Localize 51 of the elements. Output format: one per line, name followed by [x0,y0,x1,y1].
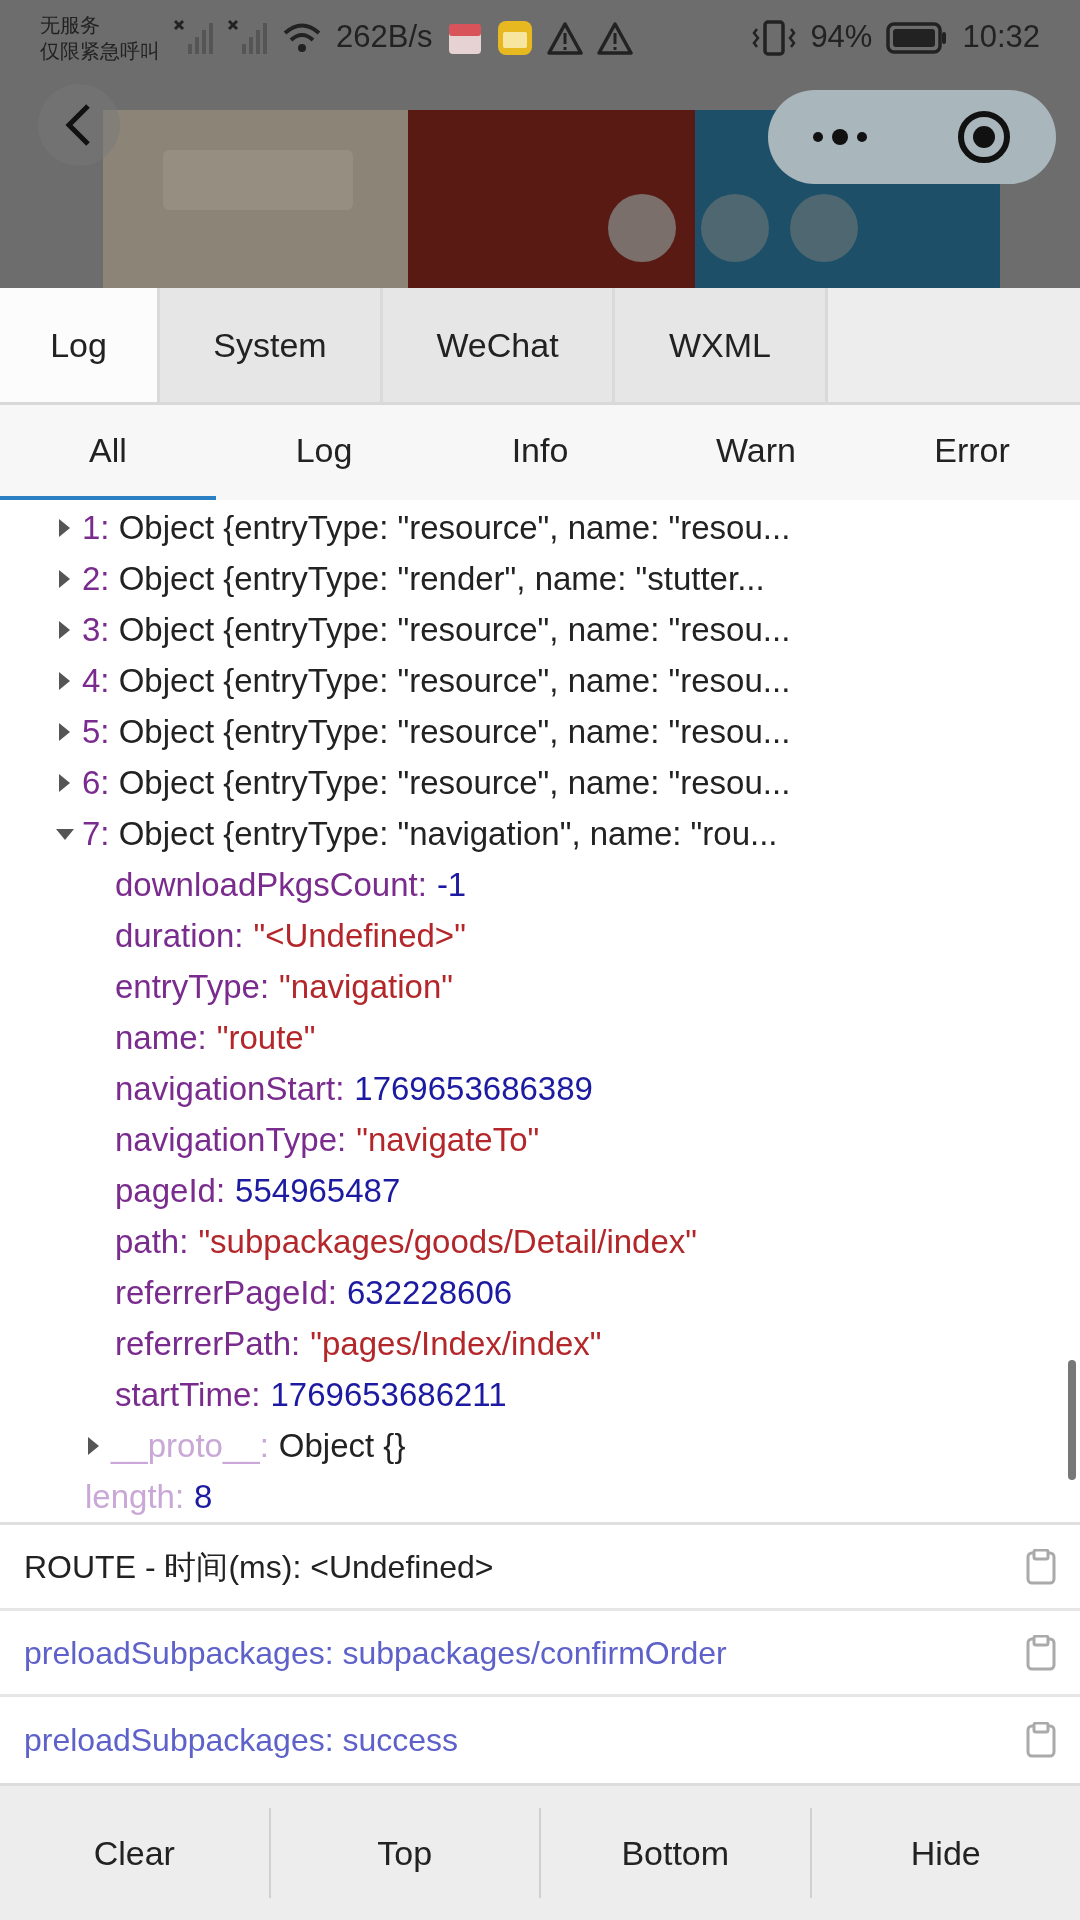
property-line: referrerPageId: 632228606 [115,1273,513,1313]
warning-icon [546,20,583,55]
folder-icon [496,19,533,56]
property-line: name: "route" [115,1018,316,1058]
battery-level: 94% [810,18,873,57]
property-line: referrerPath: "pages/Index/index" [115,1324,602,1364]
carrier-text: 无服务 [40,12,101,38]
filter-tab[interactable]: Error [864,405,1080,500]
vibrate-icon [752,18,797,57]
warning-icon [596,20,633,55]
log-message: ROUTE - 时间(ms): <Undefined> [24,1547,494,1587]
property-line: length: 8 [85,1477,213,1517]
property-line: startTime: 1769653686211 [115,1375,507,1415]
filter-tab[interactable]: All [0,405,216,500]
log-object-line: 4: Object {entryType: "resource", name: "resou... [82,661,791,701]
filter-tab[interactable]: Info [432,405,648,500]
property-line: pageId: 554965487 [115,1171,401,1211]
log-object-line: 1: Object {entryType: "resource", name: "resou... [82,508,791,548]
panel-tab[interactable]: WeChat [383,288,615,402]
property-line: navigationStart: 1769653686389 [115,1069,593,1109]
panel-tab[interactable]: WXML [615,288,828,402]
carrier-text: 仅限紧急呼叫 [40,38,160,64]
log-object-line: 7: Object {entryType: "navigation", name: "rou... [82,814,778,854]
property-line: __proto__: Object {} [111,1426,406,1466]
clipboard-icon [1026,1634,1056,1671]
target-icon [956,109,1012,165]
panel-tab[interactable]: System [160,288,383,402]
clock-time: 10:32 [962,18,1040,57]
property-line: path: "subpackages/goods/Detail/index" [115,1222,697,1262]
toolbar-button[interactable]: Top [270,1808,541,1898]
log-object-line: 3: Object {entryType: "resource", name: "resou... [82,610,791,650]
toolbar-button[interactable]: Hide [811,1808,1080,1898]
toolbar-button[interactable]: Clear [0,1808,271,1898]
battery-icon [886,21,949,54]
toolbar-button[interactable]: Bottom [541,1808,812,1898]
log-object-line: 5: Object {entryType: "resource", name: "resou... [82,712,791,752]
property-line: duration: "<Undefined>" [115,916,466,956]
filter-tab[interactable]: Warn [648,405,864,500]
network-speed: 262B/s [336,18,433,57]
filter-tab[interactable]: Log [216,405,432,500]
property-line: downloadPkgsCount: -1 [115,865,467,905]
scrollbar[interactable] [1068,1360,1076,1480]
log-message: preloadSubpackages: subpackages/confirmOrder [24,1633,727,1673]
panel-tab[interactable]: Log [0,288,160,402]
clipboard-icon [1026,1722,1056,1758]
log-message: preloadSubpackages: success [24,1721,459,1760]
clipboard-icon [1026,1548,1056,1585]
log-object-line: 2: Object {entryType: "render", name: "stutter... [82,559,765,599]
log-object-line: 6: Object {entryType: "resource", name: "resou... [82,763,791,803]
property-line: navigationType: "navigateTo" [115,1120,540,1160]
property-line: entryType: "navigation" [115,967,453,1007]
